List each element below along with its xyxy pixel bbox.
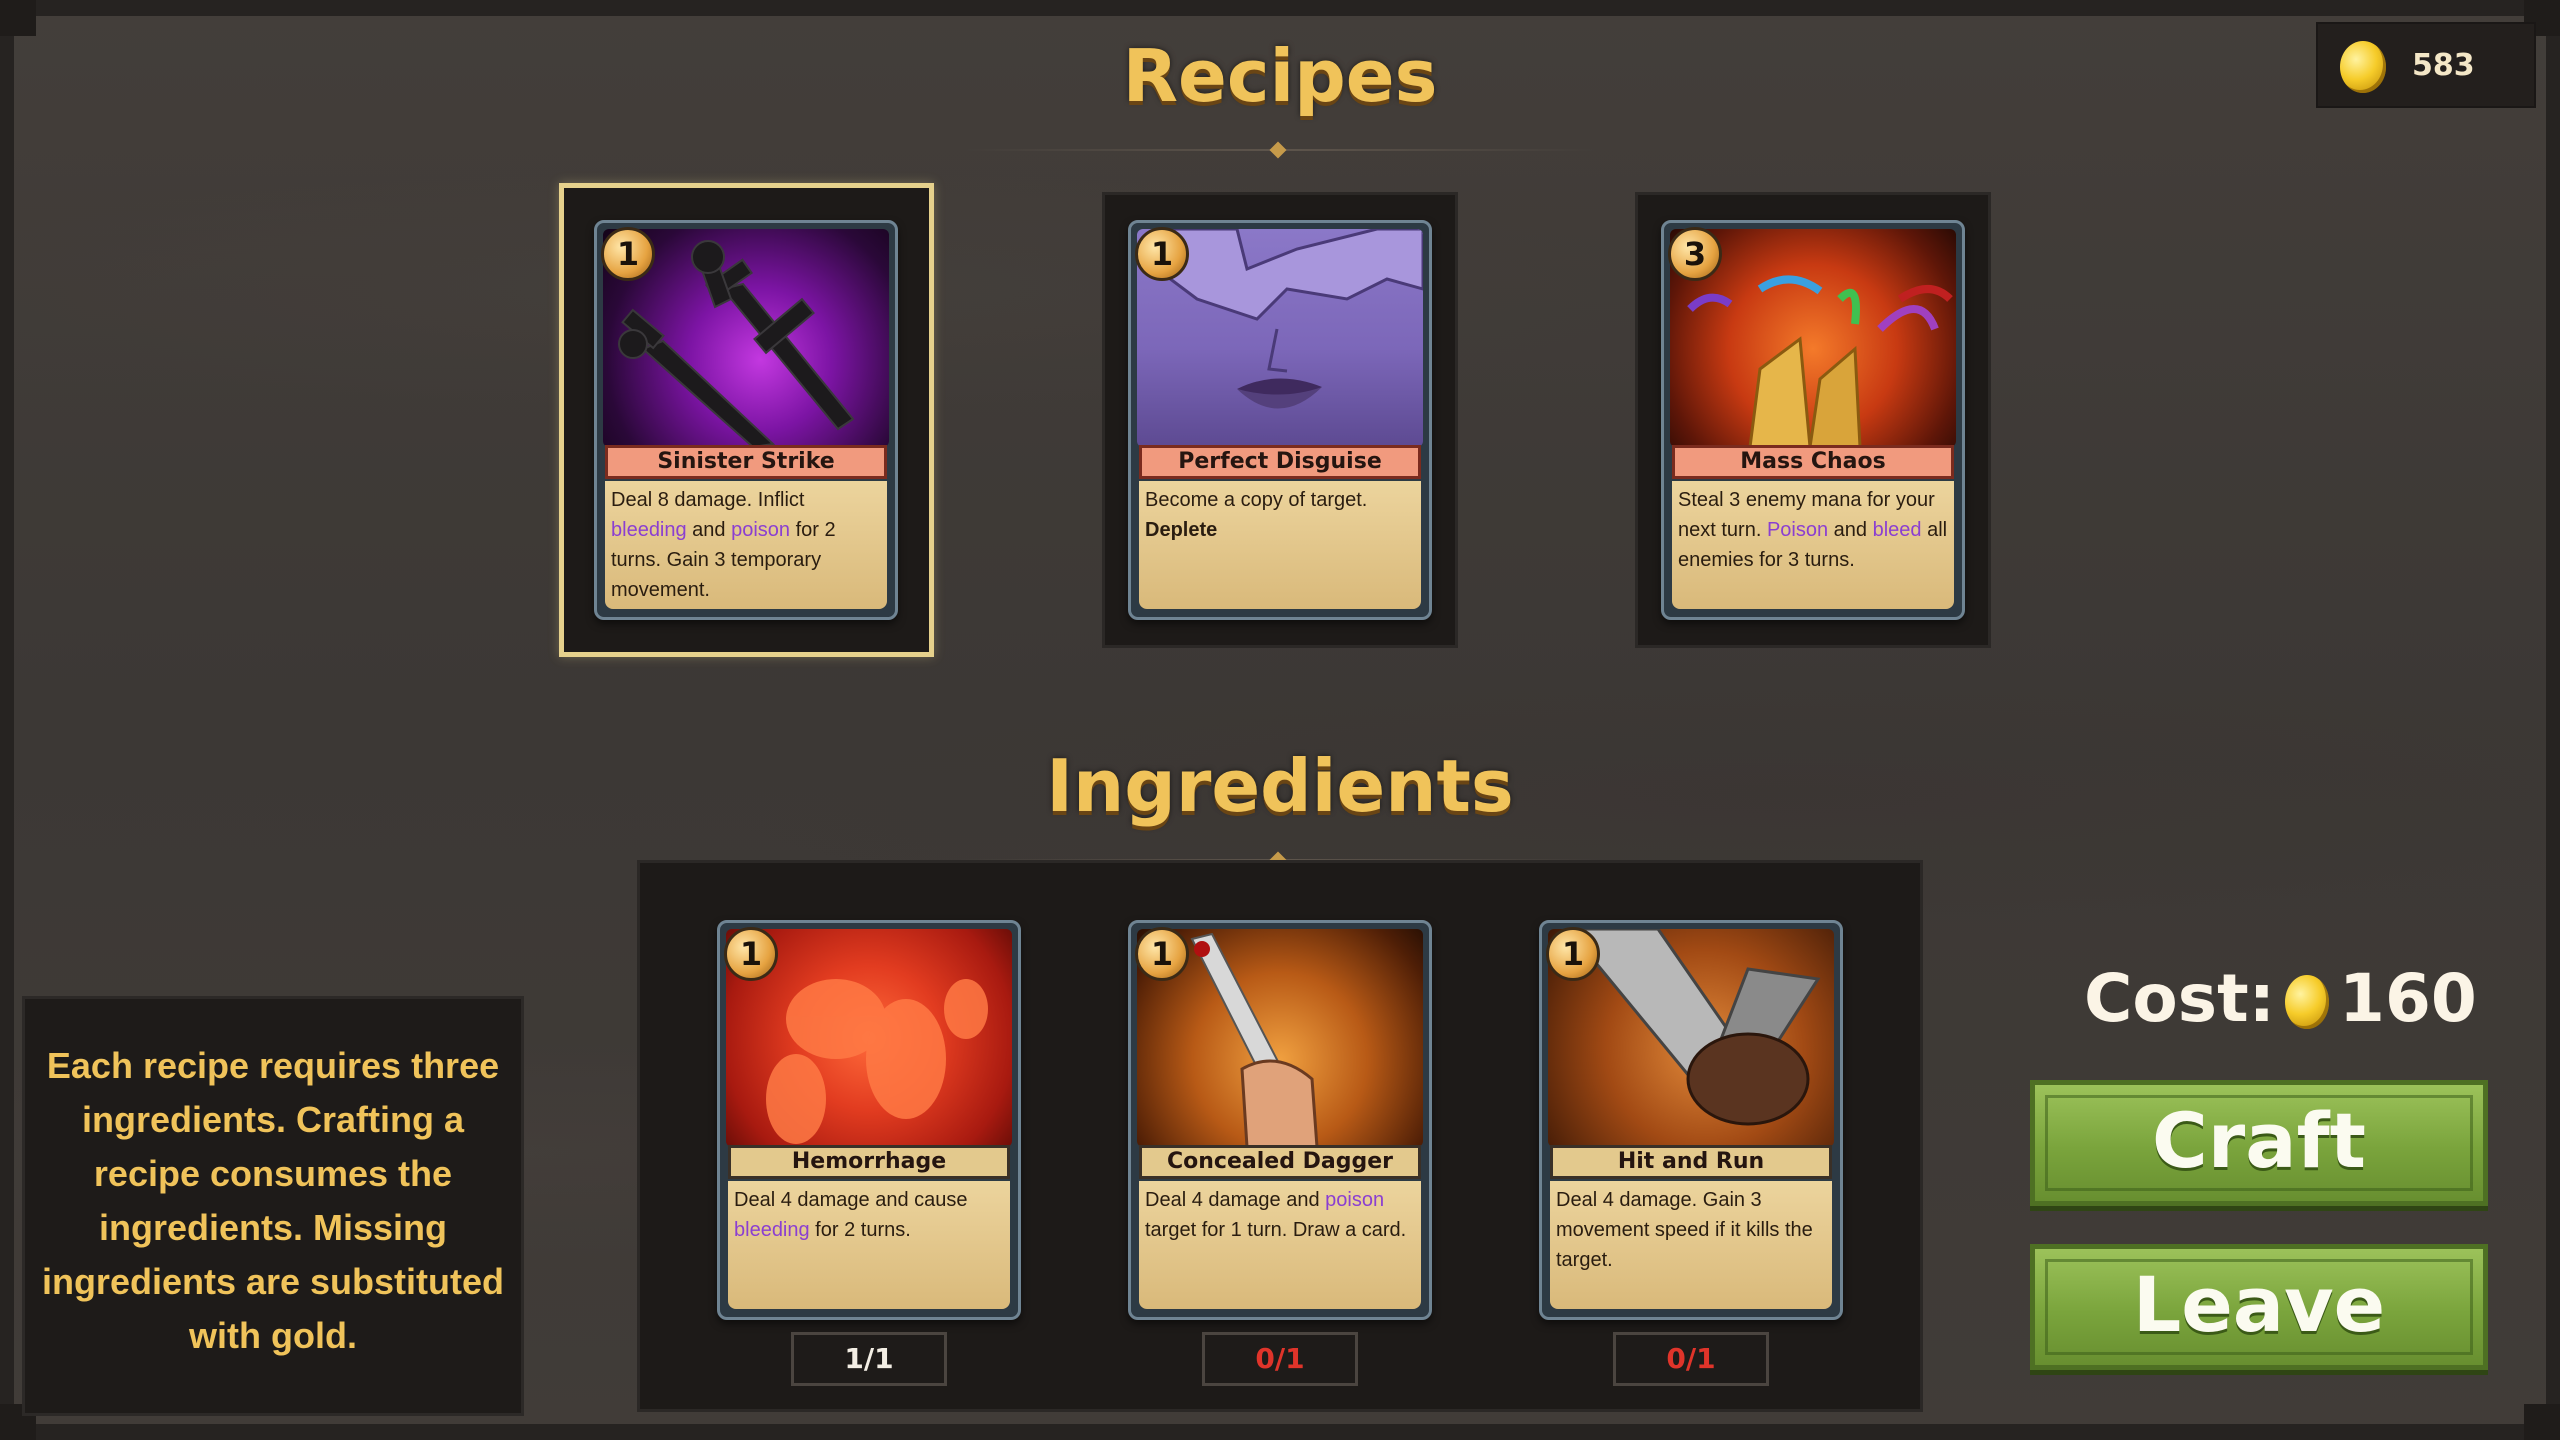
keyword-poison: poison [1325,1189,1385,1211]
info-panel: Each recipe requires three ingredients. … [22,996,524,1416]
card-description: Deal 4 damage and cause bleeding for 2 t… [728,1181,1010,1309]
craft-button-label: Craft [2152,1096,2366,1185]
card-name: Mass Chaos [1672,445,1954,479]
recipes-title: Recipes [1122,34,1438,118]
keyword-deplete: Deplete [1145,519,1218,541]
card-description: Become a copy of target. Deplete [1139,481,1421,609]
desc-text: target for 1 turn. Draw a card. [1145,1219,1407,1241]
mana-cost-badge: 1 [1546,927,1600,981]
ingredients-title: Ingredients [1046,744,1514,828]
card-name: Hemorrhage [728,1145,1010,1179]
recipe-card[interactable]: 1 Perfect Disguise Become a copy of targ… [1128,220,1432,620]
mana-cost-badge: 1 [724,927,778,981]
info-text: Each recipe requires three ingredients. … [41,1045,505,1356]
desc-text: Deal 8 damage. Inflict [611,489,805,511]
frame-bottom [0,1424,2560,1440]
ingredient-card[interactable]: 1 Hemorrhage Deal 4 damage and cause ble… [717,920,1021,1320]
diamond-ornament-icon [1269,141,1287,159]
card-description: Deal 4 damage. Gain 3 movement speed if … [1550,1181,1832,1309]
cost-label: Cost: [2084,960,2276,1037]
ingredient-count: 0/1 [1613,1332,1769,1386]
desc-text: Deal 4 damage. Gain 3 movement speed if … [1556,1189,1813,1271]
card-name: Hit and Run [1550,1145,1832,1179]
ingredient-card[interactable]: 1 Hit and Run Deal 4 damage. Gain 3 move… [1539,920,1843,1320]
frame-left [0,0,14,1440]
mana-cost-badge: 1 [601,227,655,281]
mana-cost-badge: 1 [1135,927,1189,981]
desc-text: Deal 4 damage and cause [734,1189,968,1211]
desc-text: and [1828,519,1873,541]
keyword-poison: poison [731,519,791,541]
frame-corner [0,0,36,36]
frame-corner [2524,1404,2560,1440]
gold-coin-icon [2285,975,2330,1029]
ingredient-count: 0/1 [1202,1332,1358,1386]
card-description: Deal 8 damage. Inflict bleeding and pois… [605,481,887,609]
craft-button[interactable]: Craft [2030,1080,2488,1206]
desc-text: and [686,519,732,541]
cost-value: 160 [2339,960,2477,1037]
keyword-bleeding: bleeding [734,1219,810,1241]
mana-cost-badge: 3 [1668,227,1722,281]
frame-top [0,0,2560,16]
keyword-bleed: bleed [1872,519,1922,541]
craft-cost: Cost: 160 [2084,960,2477,1037]
desc-text: for 2 turns. [809,1219,911,1241]
keyword-bleeding: bleeding [611,519,687,541]
recipe-card[interactable]: 3 Mass Chaos Steal 3 enemy mana for your… [1661,220,1965,620]
mana-cost-badge: 1 [1135,227,1189,281]
card-name: Perfect Disguise [1139,445,1421,479]
recipe-card[interactable]: 1 Sinister Strike Deal 8 damage. Inflict… [594,220,898,620]
leave-button-label: Leave [2132,1260,2386,1349]
desc-text: Become a copy of target. [1145,489,1368,511]
ingredient-card[interactable]: 1 Concealed Dagger Deal 4 damage and poi… [1128,920,1432,1320]
card-name: Sinister Strike [605,445,887,479]
card-description: Deal 4 damage and poison target for 1 tu… [1139,1181,1421,1309]
card-name: Concealed Dagger [1139,1145,1421,1179]
card-description: Steal 3 enemy mana for your next turn. P… [1672,481,1954,609]
keyword-poison: Poison [1766,519,1829,541]
leave-button[interactable]: Leave [2030,1244,2488,1370]
desc-text: Deal 4 damage and [1145,1189,1326,1211]
frame-right [2546,0,2560,1440]
ingredient-count: 1/1 [791,1332,947,1386]
